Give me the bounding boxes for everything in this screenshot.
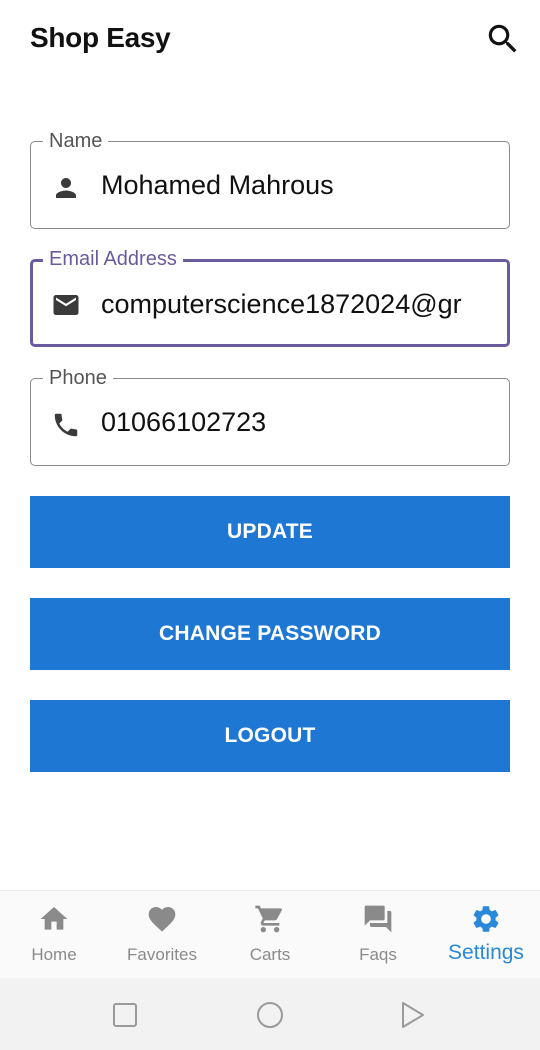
app-bar: Shop Easy	[0, 0, 540, 84]
home-icon	[40, 907, 68, 930]
nav-item-favorites[interactable]: Favorites	[108, 891, 216, 979]
cart-icon	[255, 905, 283, 933]
nav-item-settings[interactable]: Settings	[432, 891, 540, 979]
email-input[interactable]: computerscience1872024@gr	[101, 287, 495, 321]
nav-label-carts: Carts	[249, 945, 291, 964]
bottom-navigation: Home Favorites Carts Faqs Settings	[0, 890, 540, 978]
square-icon	[113, 1003, 137, 1027]
phone-input[interactable]: 01066102723	[101, 405, 495, 439]
back-button[interactable]	[398, 1000, 428, 1030]
update-button[interactable]: UPDATE	[30, 496, 510, 568]
app-title: Shop Easy	[30, 22, 171, 53]
recents-button[interactable]	[110, 1000, 140, 1030]
email-label: Email Address	[43, 247, 183, 271]
email-field[interactable]: Email Address computerscience1872024@gr	[30, 247, 510, 347]
nav-item-carts[interactable]: Carts	[216, 891, 324, 979]
phone-label: Phone	[43, 366, 113, 390]
name-input[interactable]: Mohamed Mahrous	[101, 168, 495, 202]
logout-button[interactable]: LOGOUT	[30, 700, 510, 772]
name-field[interactable]: Name Mohamed Mahrous	[30, 129, 510, 229]
nav-label-home: Home	[31, 945, 77, 964]
nav-label-settings: Settings	[448, 941, 524, 964]
change-password-button[interactable]: CHANGE PASSWORD	[30, 598, 510, 670]
phone-field[interactable]: Phone 01066102723	[30, 366, 510, 466]
nav-label-faqs: Faqs	[359, 945, 397, 964]
system-navigation-bar	[0, 978, 540, 1050]
search-button[interactable]	[484, 20, 522, 58]
heart-icon	[148, 907, 176, 932]
nav-item-home[interactable]: Home	[0, 891, 108, 979]
mail-icon	[53, 295, 79, 315]
home-system-button[interactable]	[255, 1000, 285, 1030]
gear-icon	[473, 906, 499, 932]
search-icon	[488, 24, 517, 53]
triangle-icon	[402, 1002, 424, 1028]
person-icon	[56, 178, 76, 198]
phone-icon	[54, 413, 78, 437]
nav-item-faqs[interactable]: Faqs	[324, 891, 432, 979]
faq-icon	[364, 905, 392, 933]
name-label: Name	[43, 129, 109, 153]
nav-label-favorites: Favorites	[127, 945, 197, 964]
circle-icon	[257, 1002, 283, 1028]
